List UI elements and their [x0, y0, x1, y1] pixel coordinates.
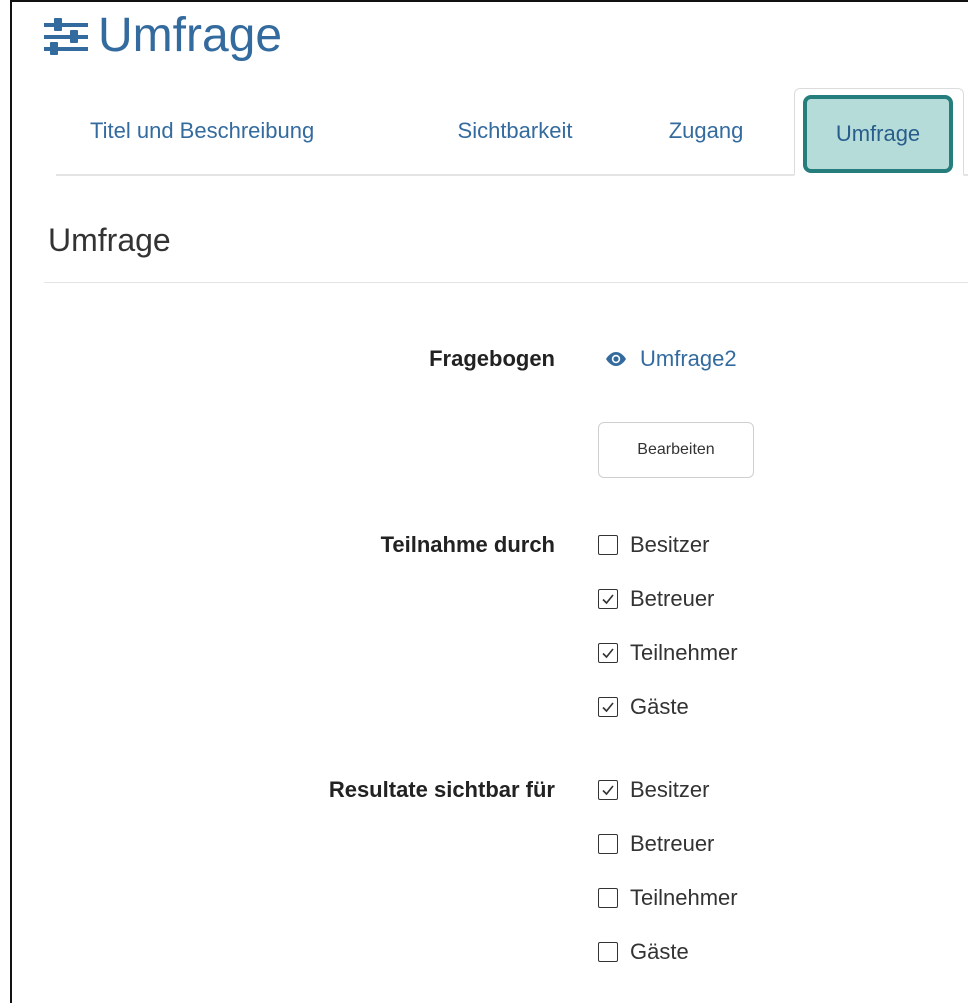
checkbox-checked-icon[interactable]	[598, 780, 618, 800]
checkbox-checked-icon[interactable]	[598, 589, 618, 609]
checkbox-checked-icon[interactable]	[598, 643, 618, 663]
checkbox-resultate-2[interactable]: Teilnehmer	[598, 885, 738, 911]
tab-label: Titel und Beschreibung	[90, 118, 315, 143]
tab-titel-und-beschreibung[interactable]: Titel und Beschreibung	[80, 88, 410, 174]
section-title: Umfrage	[48, 222, 171, 258]
tab-zugang[interactable]: Zugang	[646, 88, 766, 174]
checkbox-resultate-1[interactable]: Betreuer	[598, 831, 714, 857]
checkbox-resultate-0[interactable]: Besitzer	[598, 777, 709, 803]
checkbox-label: Gäste	[630, 694, 689, 719]
checkbox-unchecked-icon[interactable]	[598, 942, 618, 962]
sliders-icon	[44, 18, 88, 55]
page-header: Umfrage	[44, 6, 282, 66]
checkbox-label: Betreuer	[630, 586, 715, 611]
tab-highlight: Umfrage	[803, 95, 953, 173]
checkbox-teilnahme-2[interactable]: Teilnehmer	[598, 640, 738, 666]
checkbox-unchecked-icon[interactable]	[598, 535, 618, 555]
eye-icon	[606, 352, 626, 366]
fragebogen-label: Fragebogen	[429, 346, 555, 371]
tab-label: Umfrage	[835, 121, 921, 146]
tab-bar: Titel und Beschreibung Sichtbarkeit Zuga…	[56, 88, 968, 176]
tab-label: Zugang	[668, 118, 744, 143]
bearbeiten-button[interactable]: Bearbeiten	[598, 422, 754, 478]
fragebogen-link[interactable]: Umfrage2	[604, 346, 737, 372]
checkbox-checked-icon[interactable]	[598, 697, 618, 717]
checkbox-label: Besitzer	[630, 532, 710, 557]
fragebogen-link-text: Umfrage2	[640, 346, 737, 371]
page-title: Umfrage	[98, 9, 283, 62]
checkbox-label: Betreuer	[630, 831, 715, 856]
checkbox-teilnahme-3[interactable]: Gäste	[598, 694, 689, 720]
teilnahme-label: Teilnahme durch	[380, 532, 555, 557]
checkbox-teilnahme-1[interactable]: Betreuer	[598, 586, 714, 612]
tab-label: Sichtbarkeit	[457, 118, 573, 143]
checkbox-teilnahme-0[interactable]: Besitzer	[598, 532, 709, 558]
checkbox-unchecked-icon[interactable]	[598, 888, 618, 908]
section-divider	[44, 282, 968, 283]
tab-sichtbarkeit[interactable]: Sichtbarkeit	[430, 88, 600, 174]
checkbox-label: Gäste	[630, 939, 689, 964]
checkbox-unchecked-icon[interactable]	[598, 834, 618, 854]
checkbox-resultate-3[interactable]: Gäste	[598, 939, 689, 965]
tab-umfrage[interactable]: Umfrage	[794, 88, 964, 176]
checkbox-label: Besitzer	[630, 777, 710, 802]
checkbox-label: Teilnehmer	[630, 885, 738, 910]
resultate-label: Resultate sichtbar für	[328, 777, 555, 802]
checkbox-label: Teilnehmer	[630, 640, 738, 665]
